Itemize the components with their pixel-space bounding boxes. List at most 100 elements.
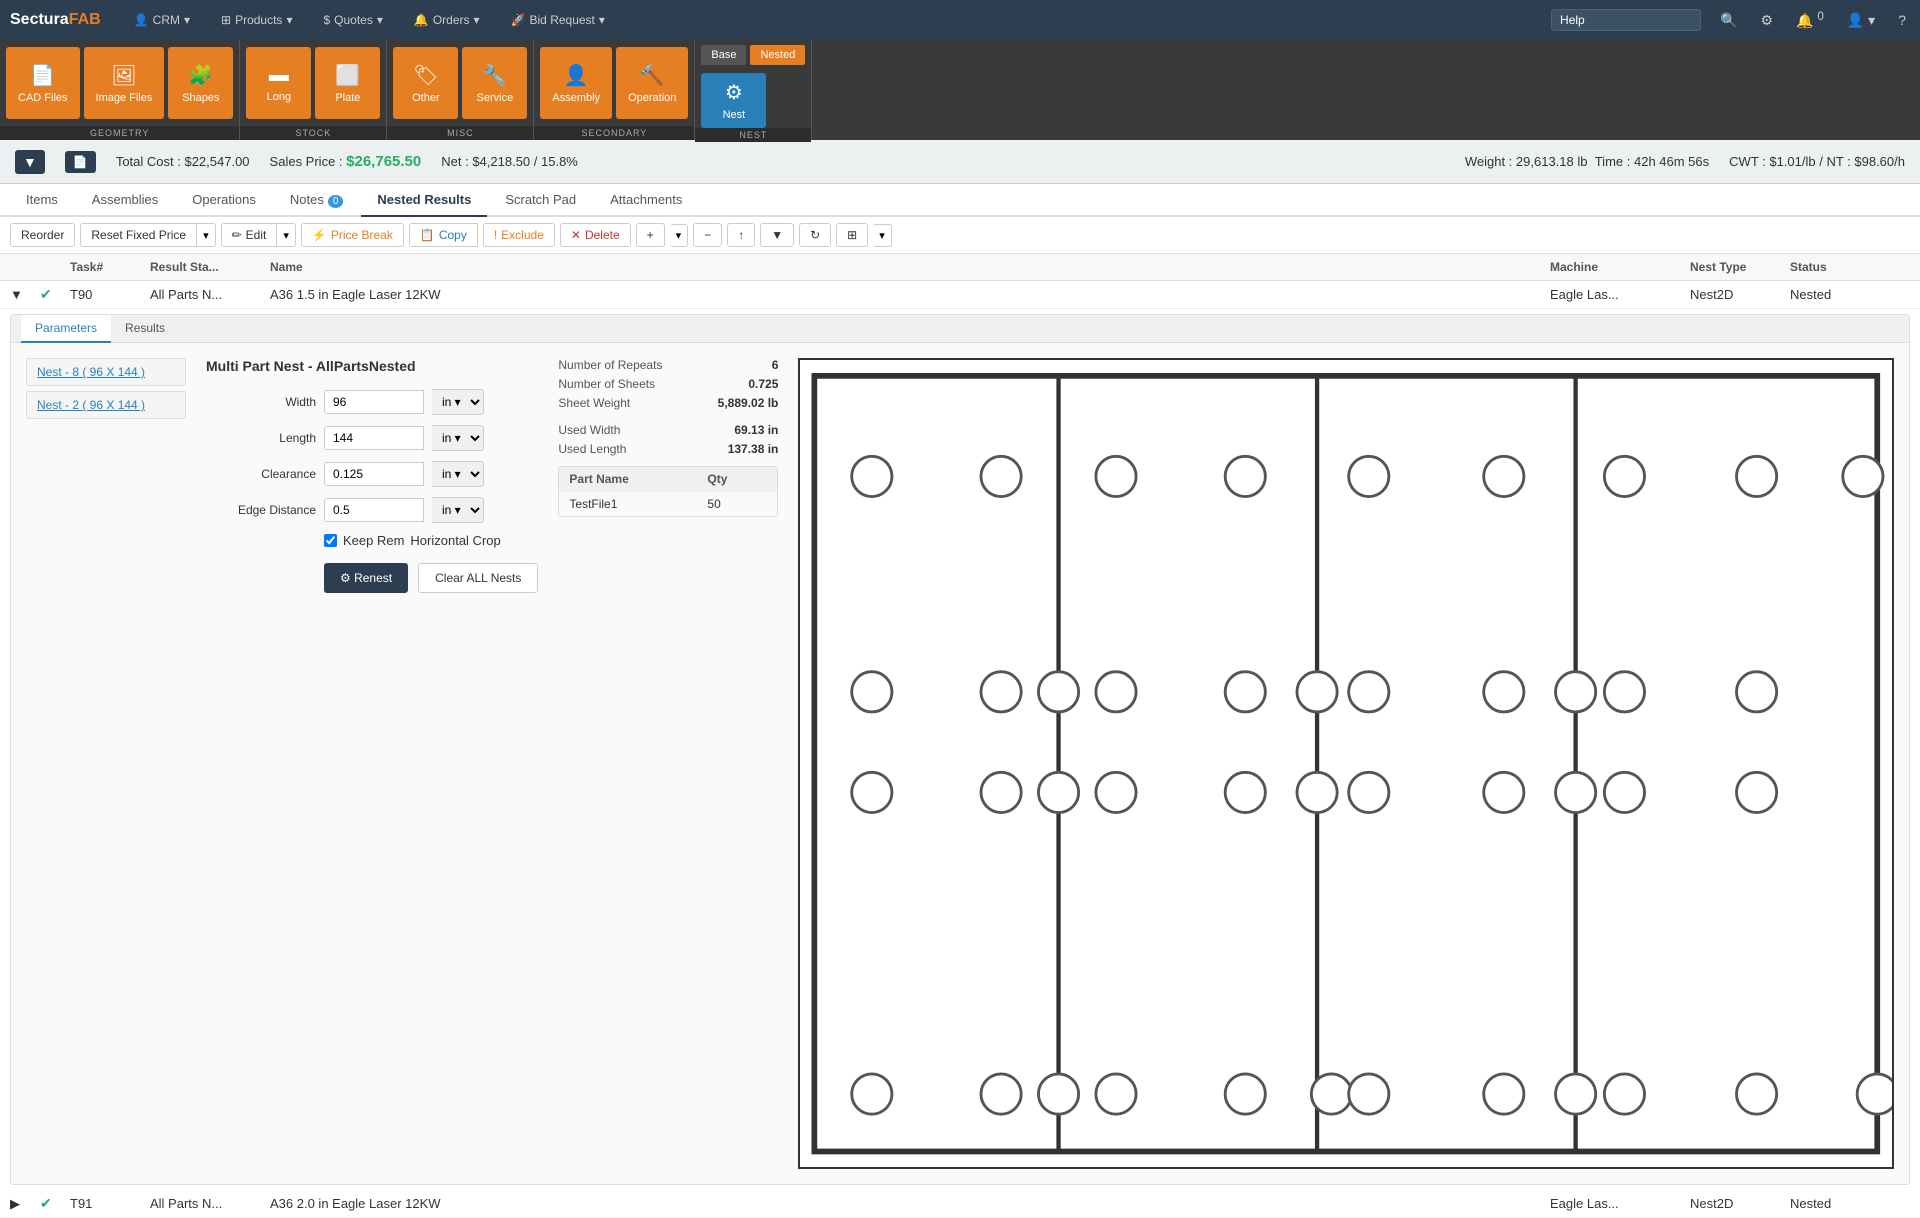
main-tab-bar: Items Assemblies Operations Notes0 Neste… — [0, 184, 1920, 217]
table-row[interactable]: ▶ ✔ T91 All Parts N... A36 2.0 in Eagle … — [0, 1190, 1920, 1218]
length-input[interactable] — [324, 426, 424, 450]
horizontal-crop-label: Horizontal Crop — [410, 533, 500, 548]
delete-button[interactable]: ✕ Delete — [560, 223, 631, 247]
help-search-input[interactable] — [1551, 9, 1701, 31]
nav-quotes[interactable]: $ Quotes ▾ — [315, 9, 390, 31]
download-button[interactable]: ▼ — [15, 150, 45, 174]
service-button[interactable]: 🔧 Service — [462, 47, 527, 119]
minus-button[interactable]: − — [693, 223, 722, 247]
clearance-unit-select[interactable]: in ▾ — [432, 461, 484, 487]
expand-icon[interactable]: ▼ — [10, 287, 23, 302]
tab-operations[interactable]: Operations — [176, 184, 272, 217]
grid-dropdown[interactable]: ▾ — [873, 224, 892, 247]
total-cost-item: Total Cost : $22,547.00 — [116, 154, 250, 169]
brand-name-fab: FAB — [69, 11, 101, 28]
net-item: Net : $4,218.50 / 15.8% — [441, 154, 578, 169]
tab-scratch-pad[interactable]: Scratch Pad — [489, 184, 592, 217]
task-cell: T90 — [70, 287, 150, 302]
used-width-stat: Used Width 69.13 in — [558, 423, 778, 437]
cad-files-button[interactable]: 📄 CAD Files — [6, 47, 80, 119]
nav-orders[interactable]: 🔔 Orders ▾ — [406, 9, 488, 31]
tab-attachments[interactable]: Attachments — [594, 184, 698, 217]
grid-button[interactable]: ⊞ — [836, 223, 868, 247]
nest-group: Base Nested ⚙ Nest NEST — [695, 40, 812, 140]
copy-group: 📋 Copy — [409, 223, 478, 247]
used-width-value: 69.13 in — [734, 423, 778, 437]
tab-assemblies[interactable]: Assemblies — [76, 184, 174, 217]
secondary-group: 👤 Assembly 🔨 Operation SECONDARY — [534, 40, 695, 140]
sheets-value: 0.725 — [748, 377, 778, 391]
clear-all-nests-button[interactable]: Clear ALL Nests — [418, 563, 538, 593]
shapes-icon: 🧩 — [188, 63, 213, 88]
col-header-task: Task# — [70, 260, 150, 274]
exclude-button[interactable]: ! Exclude — [483, 223, 555, 247]
nav-bid-request[interactable]: 🚀 Bid Request ▾ — [503, 9, 613, 31]
used-length-stat: Used Length 137.38 in — [558, 442, 778, 456]
copy-button[interactable]: 📋 Copy — [409, 223, 478, 247]
nest-list-item[interactable]: Nest - 2 ( 96 X 144 ) — [26, 391, 186, 419]
expand-icon[interactable]: ▶ — [10, 1196, 20, 1211]
edit-button[interactable]: ✏ Edit — [221, 223, 278, 247]
sub-tab-results[interactable]: Results — [111, 315, 179, 343]
search-icon[interactable]: 🔍 — [1716, 8, 1741, 33]
reset-fixed-price-dropdown[interactable]: ▾ — [197, 223, 216, 247]
tab-items[interactable]: Items — [10, 184, 74, 217]
nested-button[interactable]: Nested — [750, 45, 805, 65]
operation-button[interactable]: 🔨 Operation — [616, 47, 688, 119]
tab-nested-results[interactable]: Nested Results — [361, 184, 487, 217]
assembly-button[interactable]: 👤 Assembly — [540, 47, 612, 119]
col-header-machine: Machine — [1550, 260, 1690, 274]
notification-icon[interactable]: 🔔 0 — [1792, 6, 1828, 34]
other-icon: 🏷 — [413, 63, 438, 88]
price-break-button[interactable]: ⚡ Price Break — [301, 223, 404, 247]
length-label: Length — [206, 431, 316, 445]
sheet-weight-stat: Sheet Weight 5,889.02 lb — [558, 396, 778, 410]
image-files-button[interactable]: 🖼 Image Files — [84, 47, 165, 119]
shapes-button[interactable]: 🧩 Shapes — [168, 47, 233, 119]
reset-fixed-price-button[interactable]: Reset Fixed Price — [80, 223, 197, 247]
parts-col-header-qty: Qty — [707, 472, 767, 486]
base-button[interactable]: Base — [701, 45, 746, 65]
up-button[interactable]: ↑ — [727, 223, 755, 247]
other-button[interactable]: 🏷 Other — [393, 47, 458, 119]
add-dropdown[interactable]: ▾ — [670, 224, 689, 247]
icon-bar: 📄 CAD Files 🖼 Image Files 🧩 Shapes GEOME… — [0, 40, 1920, 140]
edit-dropdown[interactable]: ▾ — [277, 223, 296, 247]
clearance-input[interactable] — [324, 462, 424, 486]
reorder-button[interactable]: Reorder — [10, 223, 75, 247]
part-name-cell: TestFile1 — [569, 497, 707, 511]
used-width-label: Used Width — [558, 423, 620, 437]
form-buttons: ⚙ Renest Clear ALL Nests — [324, 563, 538, 593]
keep-rem-checkbox[interactable] — [324, 534, 337, 547]
document-button[interactable]: 📄 — [65, 151, 96, 173]
renest-button[interactable]: ⚙ Renest — [324, 563, 408, 593]
nest-label: NEST — [695, 128, 811, 142]
plate-button[interactable]: ⬜ Plate — [315, 47, 380, 119]
parts-col-header-name: Part Name — [569, 472, 707, 486]
tab-notes[interactable]: Notes0 — [274, 184, 360, 217]
long-button[interactable]: ▬ Long — [246, 47, 311, 119]
nav-products[interactable]: ⊞ Products ▾ — [213, 9, 300, 31]
nav-crm[interactable]: 👤 CRM ▾ — [126, 9, 198, 31]
brand-logo[interactable]: SecturaFAB — [10, 11, 101, 29]
weight-time-item: Weight : 29,613.18 lb Time : 42h 46m 56s — [1465, 154, 1709, 169]
edge-distance-input[interactable] — [324, 498, 424, 522]
col-header-status: Status — [1790, 260, 1890, 274]
filter-button[interactable]: ▼ — [760, 223, 794, 247]
sheet-weight-value: 5,889.02 lb — [718, 396, 779, 410]
settings-icon[interactable]: ⚙ — [1756, 8, 1777, 33]
nest-list-item[interactable]: Nest - 8 ( 96 X 144 ) — [26, 358, 186, 386]
help-icon[interactable]: ? — [1894, 8, 1910, 32]
add-button[interactable]: + — [636, 223, 665, 247]
nest-button[interactable]: ⚙ Nest — [701, 73, 766, 128]
sub-tab-bar: Parameters Results — [11, 315, 1909, 343]
user-icon[interactable]: 👤 ▾ — [1843, 8, 1879, 33]
length-unit-select[interactable]: in ▾ — [432, 425, 484, 451]
sub-tab-parameters[interactable]: Parameters — [21, 315, 111, 343]
refresh-button[interactable]: ↻ — [799, 223, 831, 247]
edge-distance-unit-select[interactable]: in ▾ — [432, 497, 484, 523]
width-unit-select[interactable]: in ▾ — [432, 389, 484, 415]
width-input[interactable] — [324, 390, 424, 414]
table-row[interactable]: ▼ ✔ T90 All Parts N... A36 1.5 in Eagle … — [0, 281, 1920, 309]
nest-form: Multi Part Nest - AllPartsNested Width i… — [206, 358, 538, 1169]
